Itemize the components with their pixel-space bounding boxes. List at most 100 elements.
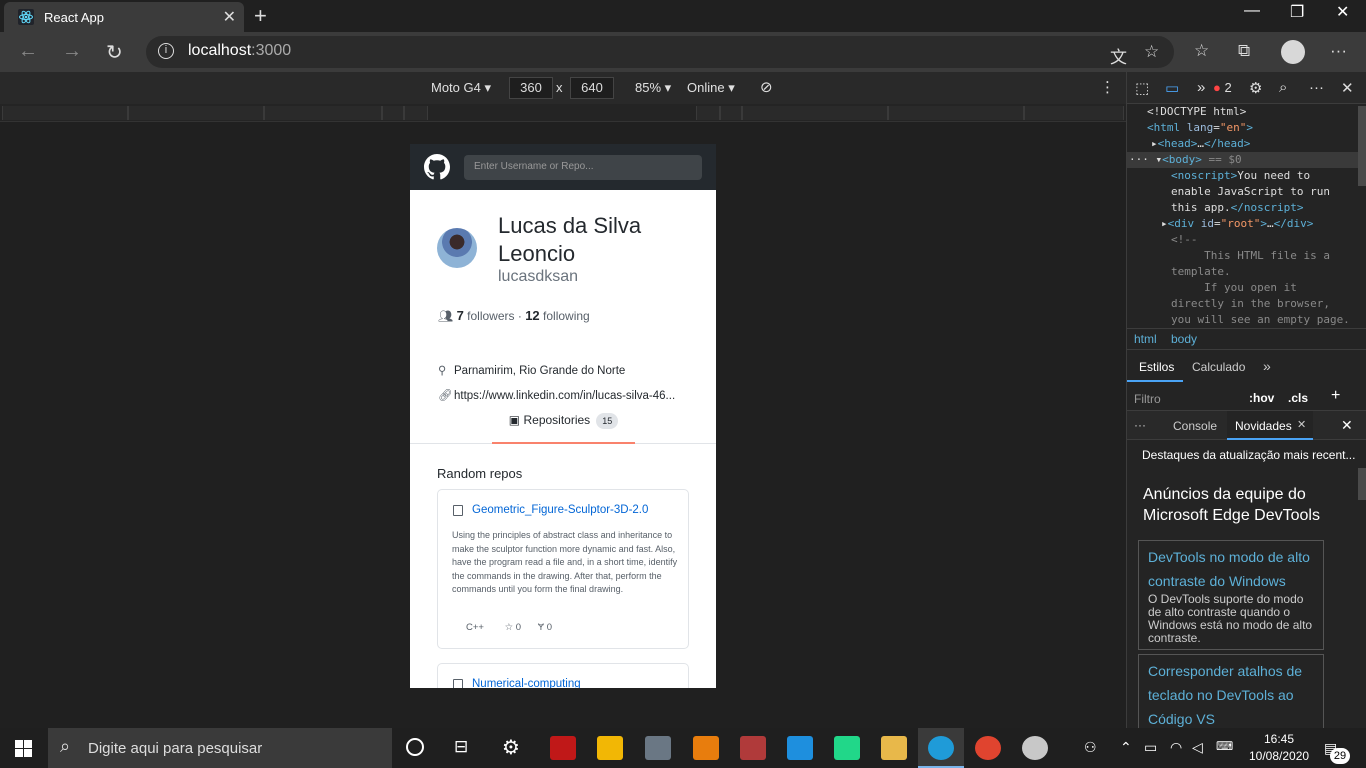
tab-news[interactable]: Novidades [1235,419,1292,433]
close-drawer-icon[interactable]: ✕ [1341,417,1353,434]
noscript-node[interactable]: <noscript>You need to [1127,168,1359,184]
drawer-menu-icon[interactable]: ··· [1134,418,1146,432]
app-icon[interactable] [645,736,671,760]
followers-label[interactable]: followers [467,309,514,323]
edge-app-icon[interactable] [928,736,954,760]
close-window-icon[interactable]: ✕ [1336,2,1349,22]
close-devtools-icon[interactable]: ✕ [1341,79,1354,97]
rotate-icon[interactable]: ⊘ [760,78,773,96]
cls-button[interactable]: .cls [1288,391,1308,405]
address-bar[interactable]: i localhost:3000 文 ☆ [146,36,1174,68]
profile-avatar[interactable] [1281,40,1305,64]
tray-chevron-icon[interactable]: ⌃ [1120,739,1132,756]
file-explorer-icon[interactable] [881,736,907,760]
height-input[interactable]: 640 [570,77,614,99]
minimize-icon[interactable]: — [1244,2,1260,20]
body-node[interactable]: ··· ▾<body> == $0 [1127,152,1359,168]
mcafee-app-icon[interactable] [550,736,576,760]
site-info-icon[interactable]: i [158,43,174,59]
app-icon[interactable] [740,736,766,760]
comment-node[interactable]: <!-- [1127,232,1359,248]
language-icon[interactable]: ⌨ [1216,739,1233,753]
news-item[interactable]: Corresponder atalhos de teclado no DevTo… [1138,654,1324,734]
filter-input[interactable]: Filtro [1134,392,1161,406]
feedback-icon[interactable]: ⌕ [1279,79,1287,96]
hov-button[interactable]: :hov [1249,391,1274,405]
pycharm-app-icon[interactable] [834,736,860,760]
forward-icon[interactable]: → [62,40,82,63]
new-rule-icon[interactable]: + [1331,387,1340,405]
back-icon[interactable]: ← [18,40,38,63]
media-query-bar[interactable] [382,106,404,120]
repo-title[interactable]: Geometric_Figure-Sculptor-3D-2.0 [472,504,648,516]
repo-card[interactable]: Geometric_Figure-Sculptor-3D-2.0 Using t… [437,489,689,649]
store-app-icon[interactable] [597,736,623,760]
vscode-app-icon[interactable] [787,736,813,760]
elements-scrollbar[interactable] [1358,106,1366,186]
repo-title[interactable]: Numerical-computing [472,678,581,688]
browser-tab[interactable]: React App ✕ [4,2,244,32]
news-item-title[interactable]: DevTools no modo de alto contraste do Wi… [1148,545,1314,593]
zoom-select[interactable]: 85% ▾ [635,80,671,96]
issues-badge[interactable]: ● 2 [1213,80,1232,95]
media-query-bar[interactable] [2,106,128,120]
github-icon[interactable] [424,154,450,180]
device-toggle-icon[interactable]: ▭ [1165,79,1179,97]
tab-styles[interactable]: Estilos [1139,360,1174,374]
taskbar-search[interactable]: ⌕ Digite aqui para pesquisar [48,728,392,768]
chrome-app-icon[interactable] [975,736,1001,760]
breadcrumb-body[interactable]: body [1171,332,1197,346]
clock-time[interactable]: 16:45 [1264,732,1294,746]
blog-link[interactable]: https://www.linkedin.com/in/lucas-silva-… [454,390,675,402]
windows-start-icon[interactable] [15,740,32,757]
paint-app-icon[interactable] [1022,736,1048,760]
favorite-star-icon[interactable]: ☆ [1144,42,1159,62]
volume-icon[interactable]: ◁ [1192,739,1203,756]
settings-app-icon[interactable]: ⚙ [502,735,520,760]
search-input[interactable]: Enter Username or Repo... [464,155,702,180]
more-panes-icon[interactable]: » [1263,358,1271,374]
more-icon[interactable]: ··· [1330,41,1347,61]
doctype-node[interactable]: <!DOCTYPE html> [1127,104,1359,120]
task-view-icon[interactable]: ⊟ [454,737,468,757]
repo-card[interactable]: Numerical-computing [437,663,689,688]
settings-gear-icon[interactable]: ⚙ [1249,79,1262,97]
close-news-tab-icon[interactable]: ✕ [1297,418,1306,431]
translate-icon[interactable]: 文 [1110,43,1127,68]
media-query-bar[interactable] [696,106,720,120]
close-tab-icon[interactable]: ✕ [223,7,236,27]
media-query-bar[interactable] [128,106,264,120]
news-item[interactable]: DevTools no modo de alto contraste do Wi… [1138,540,1324,650]
following-label[interactable]: following [543,309,590,323]
battery-icon[interactable]: ▭ [1144,739,1157,756]
people-icon[interactable]: ⚇ [1084,739,1097,756]
more-tabs-icon[interactable]: » [1197,79,1205,96]
media-query-bar[interactable] [720,106,742,120]
width-input[interactable]: 360 [509,77,553,99]
restore-icon[interactable]: ❐ [1290,2,1304,22]
tab-repositories[interactable]: ▣ Repositories 15 [492,402,635,444]
head-node[interactable]: ▸<head>…</head> [1127,136,1359,152]
tab-computed[interactable]: Calculado [1192,360,1245,374]
media-query-bar[interactable] [888,106,1024,120]
media-query-bar[interactable] [404,106,428,120]
media-query-bar[interactable] [742,106,888,120]
inspect-icon[interactable]: ⬚ [1135,79,1149,97]
collections-icon[interactable]: ⧉ [1238,41,1250,61]
media-query-bar[interactable] [264,106,382,120]
news-scrollbar[interactable] [1358,468,1366,500]
network-select[interactable]: Online ▾ [687,80,735,96]
news-item-title[interactable]: Corresponder atalhos de teclado no DevTo… [1148,659,1314,731]
new-tab-button[interactable]: + [254,3,267,29]
media-query-bar[interactable] [1024,106,1124,120]
clock-date[interactable]: 10/08/2020 [1249,749,1309,763]
device-select[interactable]: Moto G4 ▾ [431,80,491,96]
app-icon[interactable] [693,736,719,760]
wifi-icon[interactable]: ◠ [1170,739,1182,756]
refresh-icon[interactable]: ↻ [106,40,123,65]
html-node[interactable]: <html lang="en"> [1127,120,1359,136]
tab-console[interactable]: Console [1173,419,1217,433]
root-div-node[interactable]: ▸<div id="root">…</div> [1127,216,1359,232]
devtools-more-icon[interactable]: ··· [1309,79,1324,96]
device-more-icon[interactable]: ⋮ [1100,78,1115,96]
